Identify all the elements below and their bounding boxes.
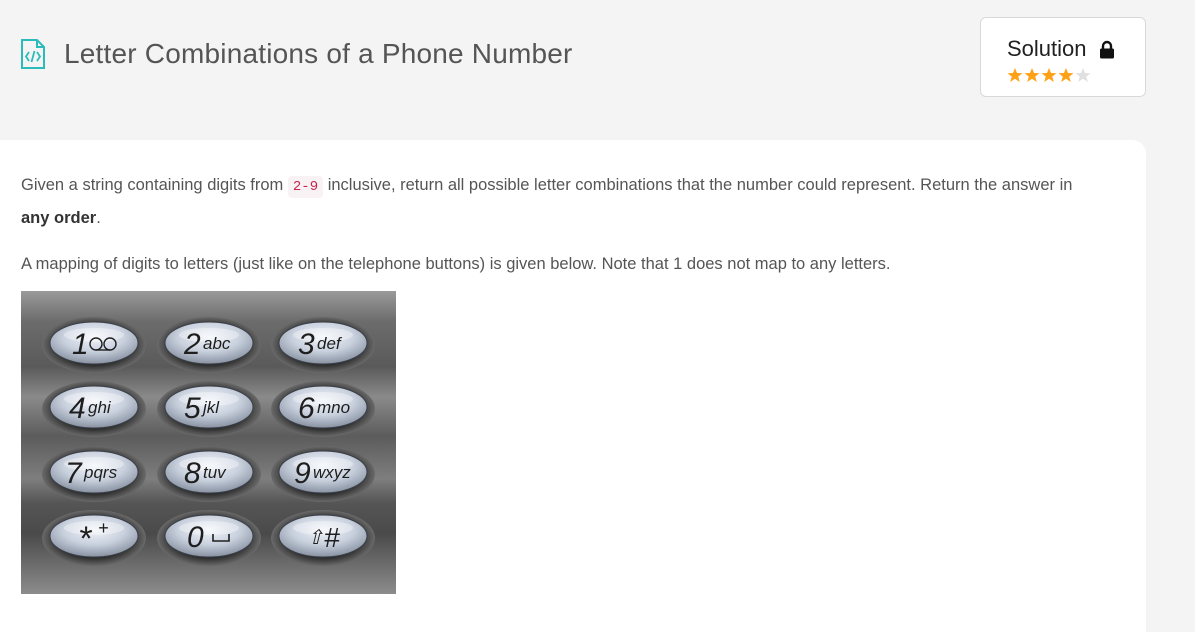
key-letters: tuv [203, 463, 227, 482]
solution-button[interactable]: Solution [980, 17, 1146, 97]
key-digit: 1 [72, 328, 89, 361]
key-digit: 5 [184, 392, 201, 425]
description-text: Given a string containing digits from [21, 176, 288, 194]
key-digit: 6 [298, 392, 315, 425]
keypad-key-9: 9 wxyz [271, 446, 375, 502]
solution-label: Solution [1007, 36, 1087, 61]
key-digit: 2 [183, 328, 201, 361]
key-letters: def [317, 334, 343, 353]
star-filled-icon [1041, 68, 1057, 82]
key-letters: wxyz [313, 463, 351, 482]
description-text: inclusive, return all possible letter co… [323, 176, 1073, 194]
key-letters: + [98, 518, 109, 538]
key-digit: 8 [184, 457, 201, 490]
keypad-key-star: * + [42, 510, 146, 566]
problem-title: Letter Combinations of a Phone Number [64, 38, 573, 69]
star-filled-icon [1007, 68, 1023, 82]
star-empty-icon [1075, 68, 1091, 82]
key-letters: pqrs [83, 463, 118, 482]
key-digit: # [324, 522, 340, 553]
key-digit: 7 [65, 457, 83, 490]
inline-code: 2-9 [287, 176, 324, 198]
key-digit: 3 [298, 328, 315, 361]
description-paragraph-2: A mapping of digits to letters (just lik… [21, 255, 891, 273]
description-text: . [96, 209, 101, 227]
key-digit: 9 [294, 457, 311, 490]
lock-icon [1099, 40, 1114, 58]
bold-text: any order [21, 209, 97, 227]
star-filled-icon [1058, 68, 1074, 82]
rating-stars [1007, 67, 1145, 83]
star-filled-icon [1024, 68, 1040, 82]
keypad-key-hash: ⇧ # [271, 510, 375, 566]
key-digit: 4 [69, 392, 86, 425]
keypad-key-1: 1 [42, 317, 146, 373]
keypad-key-2: 2 abc [157, 317, 261, 373]
key-letters: jkl [201, 398, 220, 417]
key-symbol: ⇧ [307, 527, 324, 549]
code-file-icon [21, 39, 45, 69]
keypad-key-7: 7 pqrs [42, 446, 146, 502]
keypad-key-6: 6 mno [271, 381, 375, 437]
keypad-key-0: 0 [157, 510, 261, 566]
keypad-key-3: 3 def [271, 317, 375, 373]
key-letters: ghi [88, 398, 112, 417]
keypad-key-4: 4 ghi [42, 381, 146, 437]
keypad-graphic: 1 2 abc 3 def4 ghi 5 jkl 6 mno7 pqrs 8 tuv 9 wxyz* +0 ⇧ # [21, 291, 396, 594]
phone-keypad-image: 1 2 abc 3 def 4 ghi 5 jkl 6 mno 7 pqrs 8 tuv 9 wxyz * +0 ⇧ # [21, 291, 396, 594]
description-paragraph-1: Given a string containing digits from 2-… [21, 170, 1081, 234]
key-letters: abc [203, 334, 231, 353]
key-digit: 0 [187, 521, 204, 554]
key-digit: * [78, 520, 93, 558]
keypad-key-8: 8 tuv [157, 446, 261, 502]
problem-description: Given a string containing digits from 2-… [0, 140, 1146, 632]
keypad-key-5: 5 jkl [157, 381, 261, 437]
key-letters: mno [317, 398, 350, 417]
problem-header: Letter Combinations of a Phone Number [20, 38, 573, 70]
